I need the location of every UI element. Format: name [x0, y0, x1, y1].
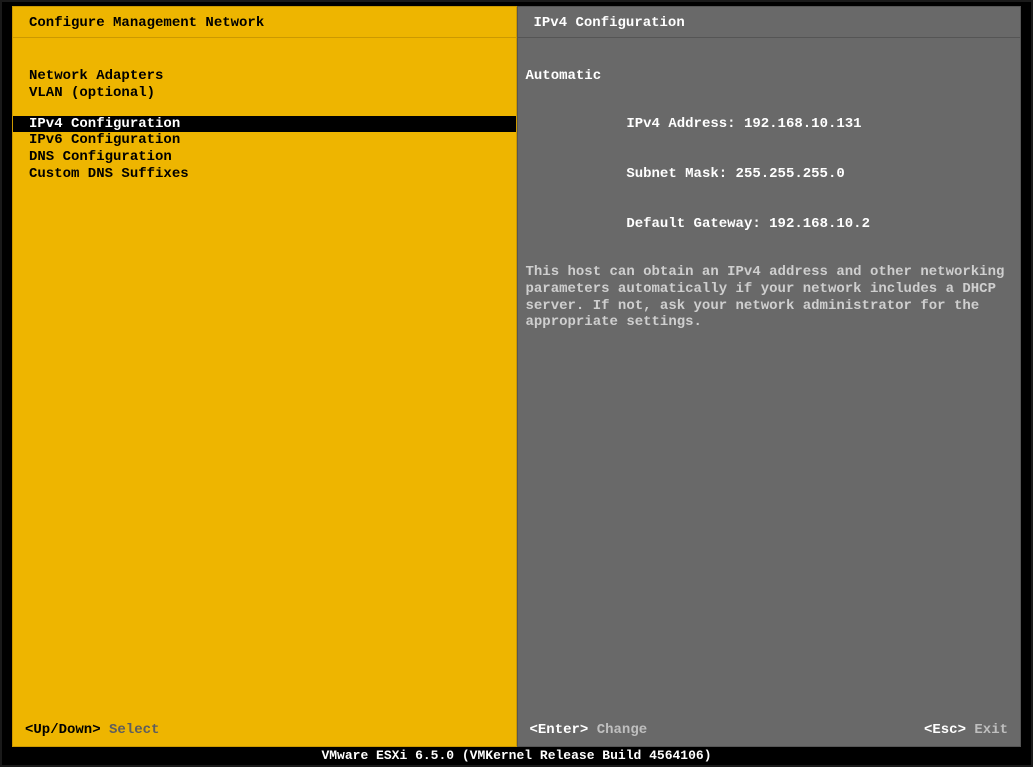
default-gateway-value: 192.168.10.2: [769, 216, 870, 232]
status-bar: VMware ESXi 6.5.0 (VMKernel Release Buil…: [2, 747, 1031, 765]
detail-panel-title: IPv4 Configuration: [518, 7, 1021, 38]
ipv4-address-row: IPv4 Address: 192.168.10.131: [526, 99, 1007, 149]
hint-esc: <Esc> Exit: [924, 722, 1008, 738]
menu-item-ipv4-configuration[interactable]: IPv4 Configuration: [13, 116, 516, 133]
default-gateway-label: Default Gateway:: [626, 216, 769, 232]
ipv4-address-label: IPv4 Address:: [626, 116, 744, 132]
ipv4-address-value: 192.168.10.131: [744, 116, 862, 132]
config-mode: Automatic: [526, 68, 1007, 85]
menu-item-ipv6-configuration[interactable]: IPv6 Configuration: [13, 132, 516, 149]
detail-body: Automatic IPv4 Address: 192.168.10.131 S…: [518, 38, 1021, 714]
menu-panel: Configure Management Network Network Ada…: [12, 6, 517, 747]
detail-panel: IPv4 Configuration Automatic IPv4 Addres…: [517, 6, 1022, 747]
detail-footer: <Enter> Change <Esc> Exit: [518, 714, 1021, 746]
subnet-mask-label: Subnet Mask:: [626, 166, 735, 182]
hint-updown-key: <Up/Down>: [25, 722, 101, 738]
default-gateway-row: Default Gateway: 192.168.10.2: [526, 200, 1007, 250]
menu-panel-title: Configure Management Network: [13, 7, 516, 38]
hint-enter: <Enter> Change: [530, 722, 648, 738]
menu-footer: <Up/Down> Select: [13, 714, 516, 746]
subnet-mask-value: 255.255.255.0: [736, 166, 845, 182]
menu-item-custom-dns-suffixes[interactable]: Custom DNS Suffixes: [13, 166, 516, 183]
subnet-mask-row: Subnet Mask: 255.255.255.0: [526, 149, 1007, 199]
description-text: This host can obtain an IPv4 address and…: [526, 264, 1007, 331]
hint-enter-key: <Enter>: [530, 722, 589, 738]
menu-item-network-adapters[interactable]: Network Adapters: [13, 68, 516, 85]
menu-group-2: IPv4 Configuration IPv6 Configuration DN…: [13, 116, 516, 183]
menu-item-vlan[interactable]: VLAN (optional): [13, 85, 516, 102]
hint-updown: <Up/Down> Select: [25, 722, 159, 738]
hint-esc-key: <Esc>: [924, 722, 966, 738]
menu-group-1: Network Adapters VLAN (optional): [13, 68, 516, 102]
menu-item-dns-configuration[interactable]: DNS Configuration: [13, 149, 516, 166]
menu-list: Network Adapters VLAN (optional) IPv4 Co…: [13, 38, 516, 714]
hint-enter-label: Change: [588, 722, 647, 738]
main-container: Configure Management Network Network Ada…: [12, 6, 1021, 747]
hint-esc-label: Exit: [966, 722, 1008, 738]
hint-updown-label: Select: [101, 722, 160, 738]
